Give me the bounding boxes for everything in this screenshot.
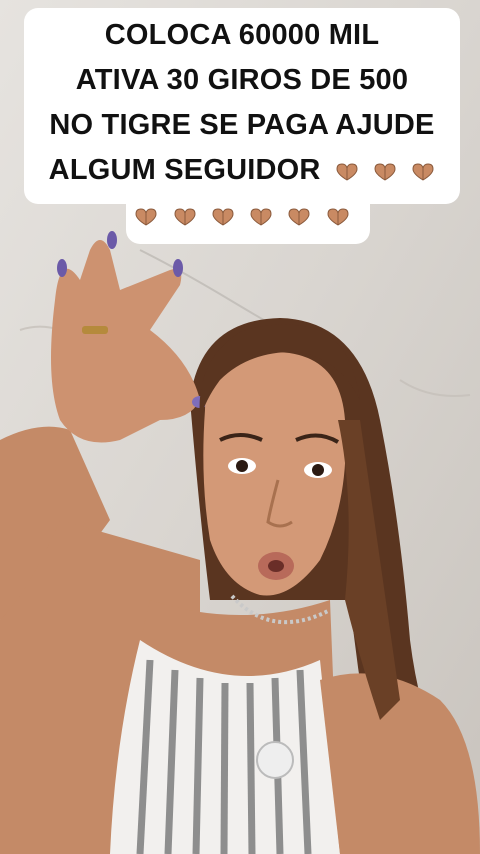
heart-hands-emoji-icon — [374, 163, 396, 181]
heart-hands-emoji-icon — [250, 208, 272, 226]
caption-line-4-wrapper: ALGUM SEGUIDOR — [24, 148, 460, 193]
caption-line-2: ATIVA 30 GIROS DE 500 — [75, 64, 409, 96]
heart-hands-emoji-icon — [327, 208, 349, 226]
caption-line-4: ALGUM SEGUIDOR — [48, 154, 321, 186]
heart-hands-emoji-icon — [174, 208, 196, 226]
heart-hands-row-1 — [329, 154, 436, 186]
caption-text: COLOCA 60000 MIL ATIVA 30 GIROS DE 500 N… — [24, 13, 460, 238]
video-frame: COLOCA 60000 MIL ATIVA 30 GIROS DE 500 N… — [0, 0, 480, 854]
heart-hands-emoji-icon — [288, 208, 310, 226]
caption-line-1: COLOCA 60000 MIL — [104, 19, 380, 51]
heart-hands-emoji-icon — [212, 208, 234, 226]
heart-hands-emoji-icon — [135, 208, 157, 226]
heart-hands-row-2 — [24, 193, 460, 238]
caption-line-3: NO TIGRE SE PAGA AJUDE — [49, 109, 435, 141]
heart-hands-emoji-icon — [336, 163, 358, 181]
heart-hands-emoji-icon — [412, 163, 434, 181]
